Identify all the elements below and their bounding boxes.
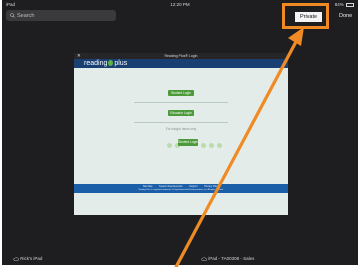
educator-login-button[interactable]: Educator Login [168,110,194,116]
device-item-left[interactable]: Rick's iPad [13,256,42,261]
done-button[interactable]: Done [339,13,352,19]
loading-dot [167,143,172,148]
student-login-button[interactable]: Student Login [168,90,194,96]
footer-links: Site Map System Requirements Support Pri… [74,185,288,188]
footer-copyright: Reading Plus is a registered trademark o… [138,189,224,191]
footer-link[interactable]: Privacy Policy [204,185,219,188]
browser-tab-card[interactable]: ✕ Reading Plus® Login reading plus Studen… [74,53,288,215]
search-placeholder: Search [17,12,35,19]
footer-link[interactable]: System Requirements [159,185,183,188]
device-name: iPad - TA00308 - Sales [208,256,255,261]
ipad-screen: iPad 12:20 PM 84% Search Private Done ✕ … [2,0,358,265]
search-icon [10,13,15,18]
device-name: Rick's iPad [20,256,43,261]
site-footer: Site Map System Requirements Support Pri… [74,184,288,193]
logo-text-left: reading [84,60,108,67]
tab-title: Reading Plus® Login [164,54,198,58]
logo-text-right: plus [114,60,128,67]
device-item-center[interactable]: iPad - TA00308 - Sales [201,256,254,261]
insight-note: For Insight users only [165,127,197,131]
loading-dot [217,143,222,148]
search-input[interactable]: Search [6,10,116,21]
divider [134,102,228,103]
insight-login-button[interactable]: Student Login [178,139,198,146]
reading-plus-logo: reading plus [84,59,127,68]
footer-link[interactable]: Site Map [143,185,152,188]
battery-indicator: 84% [335,2,354,7]
battery-percent: 84% [334,2,344,7]
cloud-icon [13,256,19,261]
logo-mark-icon [108,60,114,66]
site-header: reading plus [74,59,288,68]
battery-icon [346,3,354,7]
divider [134,122,228,123]
footer-link[interactable]: Support [189,185,197,188]
loading-dot [201,143,206,148]
loading-dot [209,143,214,148]
bottom-bar: Rick's iPad iPad - TA00308 - Sales [2,254,358,265]
highlight-box [282,3,329,29]
cloud-icon [201,256,207,261]
